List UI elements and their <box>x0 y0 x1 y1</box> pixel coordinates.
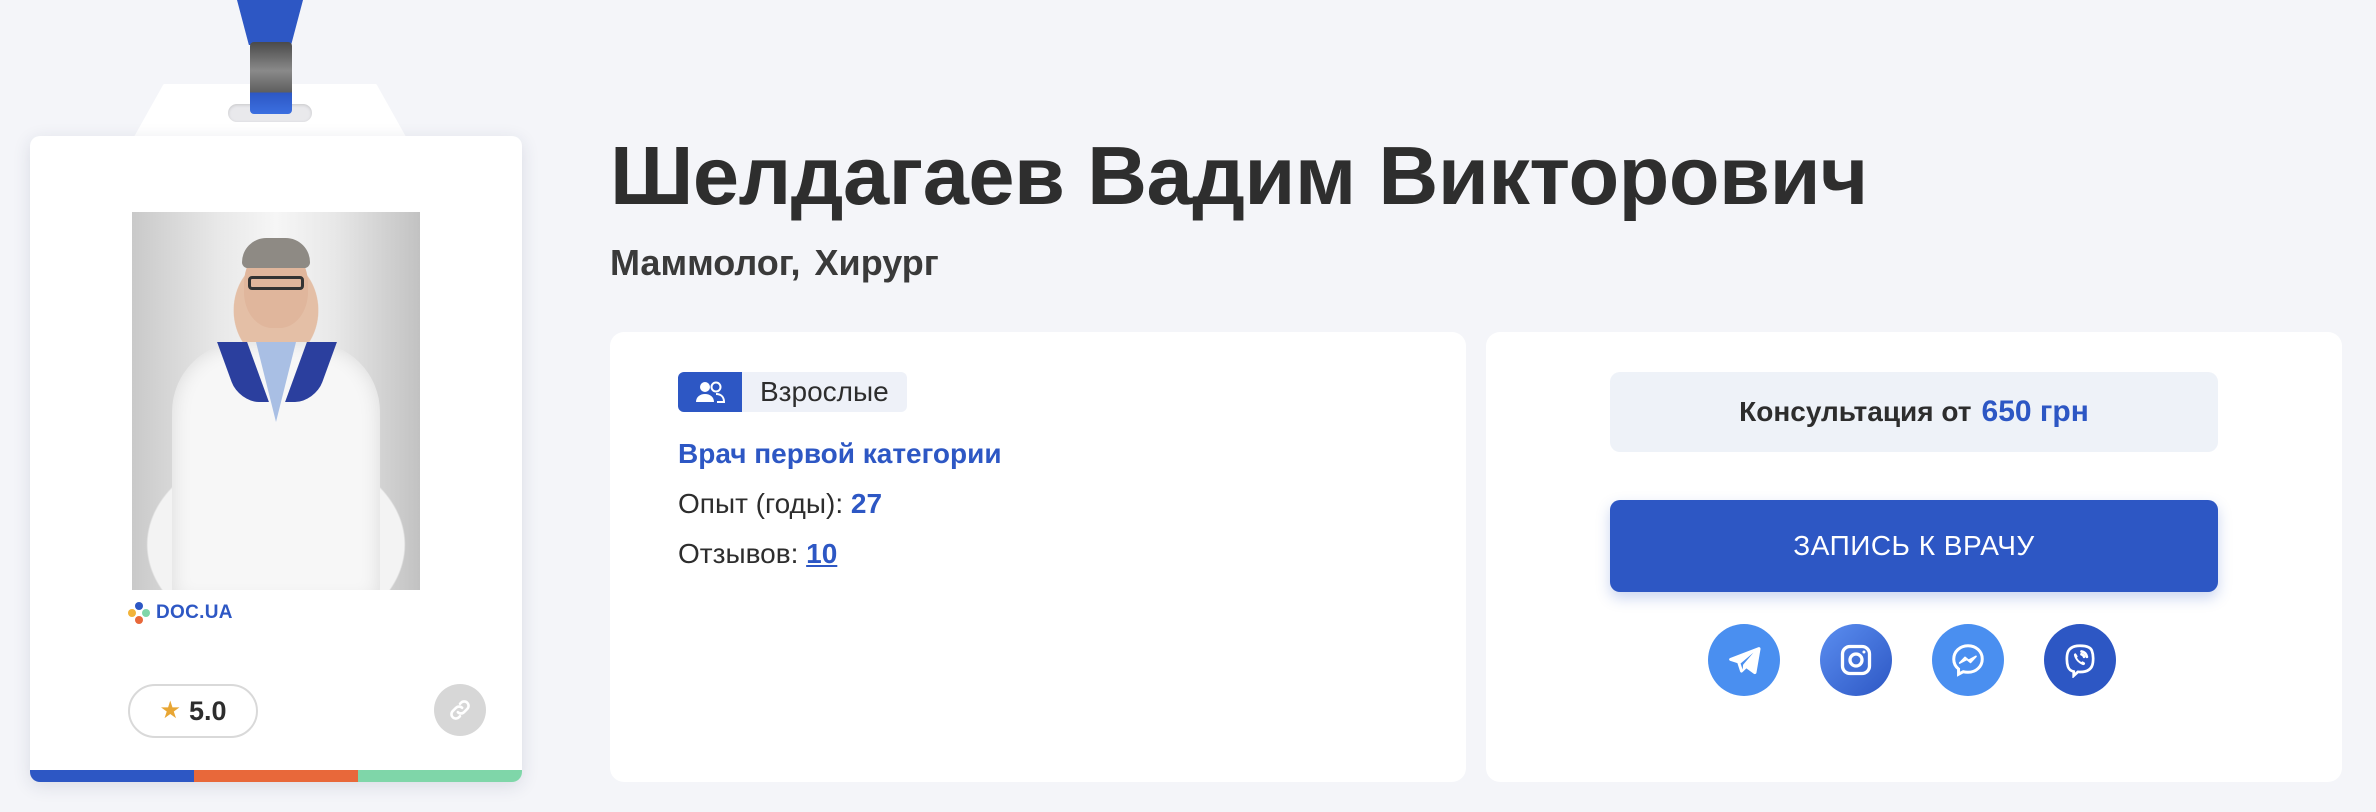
telegram-icon <box>1729 647 1761 675</box>
social-share-row <box>1708 624 2116 696</box>
docua-logo: DOC.UA <box>128 602 233 624</box>
docua-logo-text: DOC.UA <box>156 602 233 623</box>
experience-label: Опыт (годы): <box>678 488 844 519</box>
rating-badge: ★ 5.0 <box>128 684 258 738</box>
viber-icon <box>2065 644 2095 678</box>
reviews-line: Отзывов: 10 <box>678 538 837 570</box>
docua-logo-icon <box>128 602 150 624</box>
doctor-info-card: Взрослые Врач первой категории Опыт (год… <box>610 332 1466 782</box>
link-icon <box>450 700 470 720</box>
doctor-category: Врач первой категории <box>678 438 1002 469</box>
badge-color-stripe <box>30 770 522 782</box>
doctor-specialties: Маммолог, Хирург <box>610 242 939 284</box>
messenger-button[interactable] <box>1932 624 2004 696</box>
stripe-blue <box>30 770 194 782</box>
doctor-badge-card: DOC.UA ★ 5.0 <box>30 136 522 782</box>
lanyard-strap <box>237 0 303 45</box>
booking-card: Консультация от 650 грн ЗАПИСЬ К ВРАЧУ <box>1486 332 2342 782</box>
specialty-item: Маммолог, <box>610 242 801 283</box>
stripe-green <box>358 770 522 782</box>
instagram-icon <box>1840 644 1872 676</box>
age-group-label: Взрослые <box>742 372 907 412</box>
users-icon <box>678 372 742 412</box>
specialty-item: Хирург <box>814 242 939 283</box>
age-group-badge: Взрослые <box>678 372 907 412</box>
photo-hair <box>242 238 310 268</box>
copy-link-button[interactable] <box>434 684 486 736</box>
consultation-price-box: Консультация от 650 грн <box>1610 372 2218 452</box>
doctor-name: Шелдагаев Вадим Викторович <box>610 129 1868 222</box>
telegram-button[interactable] <box>1708 624 1780 696</box>
lanyard-clip <box>250 42 292 114</box>
photo-glasses <box>248 276 304 290</box>
price-label: Консультация от <box>1739 396 1972 427</box>
instagram-button[interactable] <box>1820 624 1892 696</box>
reviews-link[interactable]: 10 <box>806 538 837 569</box>
messenger-icon <box>1952 644 1984 677</box>
doctor-photo <box>132 212 420 590</box>
rating-value: 5.0 <box>188 695 227 726</box>
experience-line: Опыт (годы): 27 <box>678 488 882 520</box>
stripe-orange <box>194 770 358 782</box>
experience-value: 27 <box>850 488 883 519</box>
price-value: 650 грн <box>1981 395 2089 428</box>
star-icon: ★ <box>159 697 181 724</box>
viber-button[interactable] <box>2044 624 2116 696</box>
reviews-label: Отзывов: <box>678 538 799 569</box>
book-appointment-button[interactable]: ЗАПИСЬ К ВРАЧУ <box>1610 500 2218 592</box>
